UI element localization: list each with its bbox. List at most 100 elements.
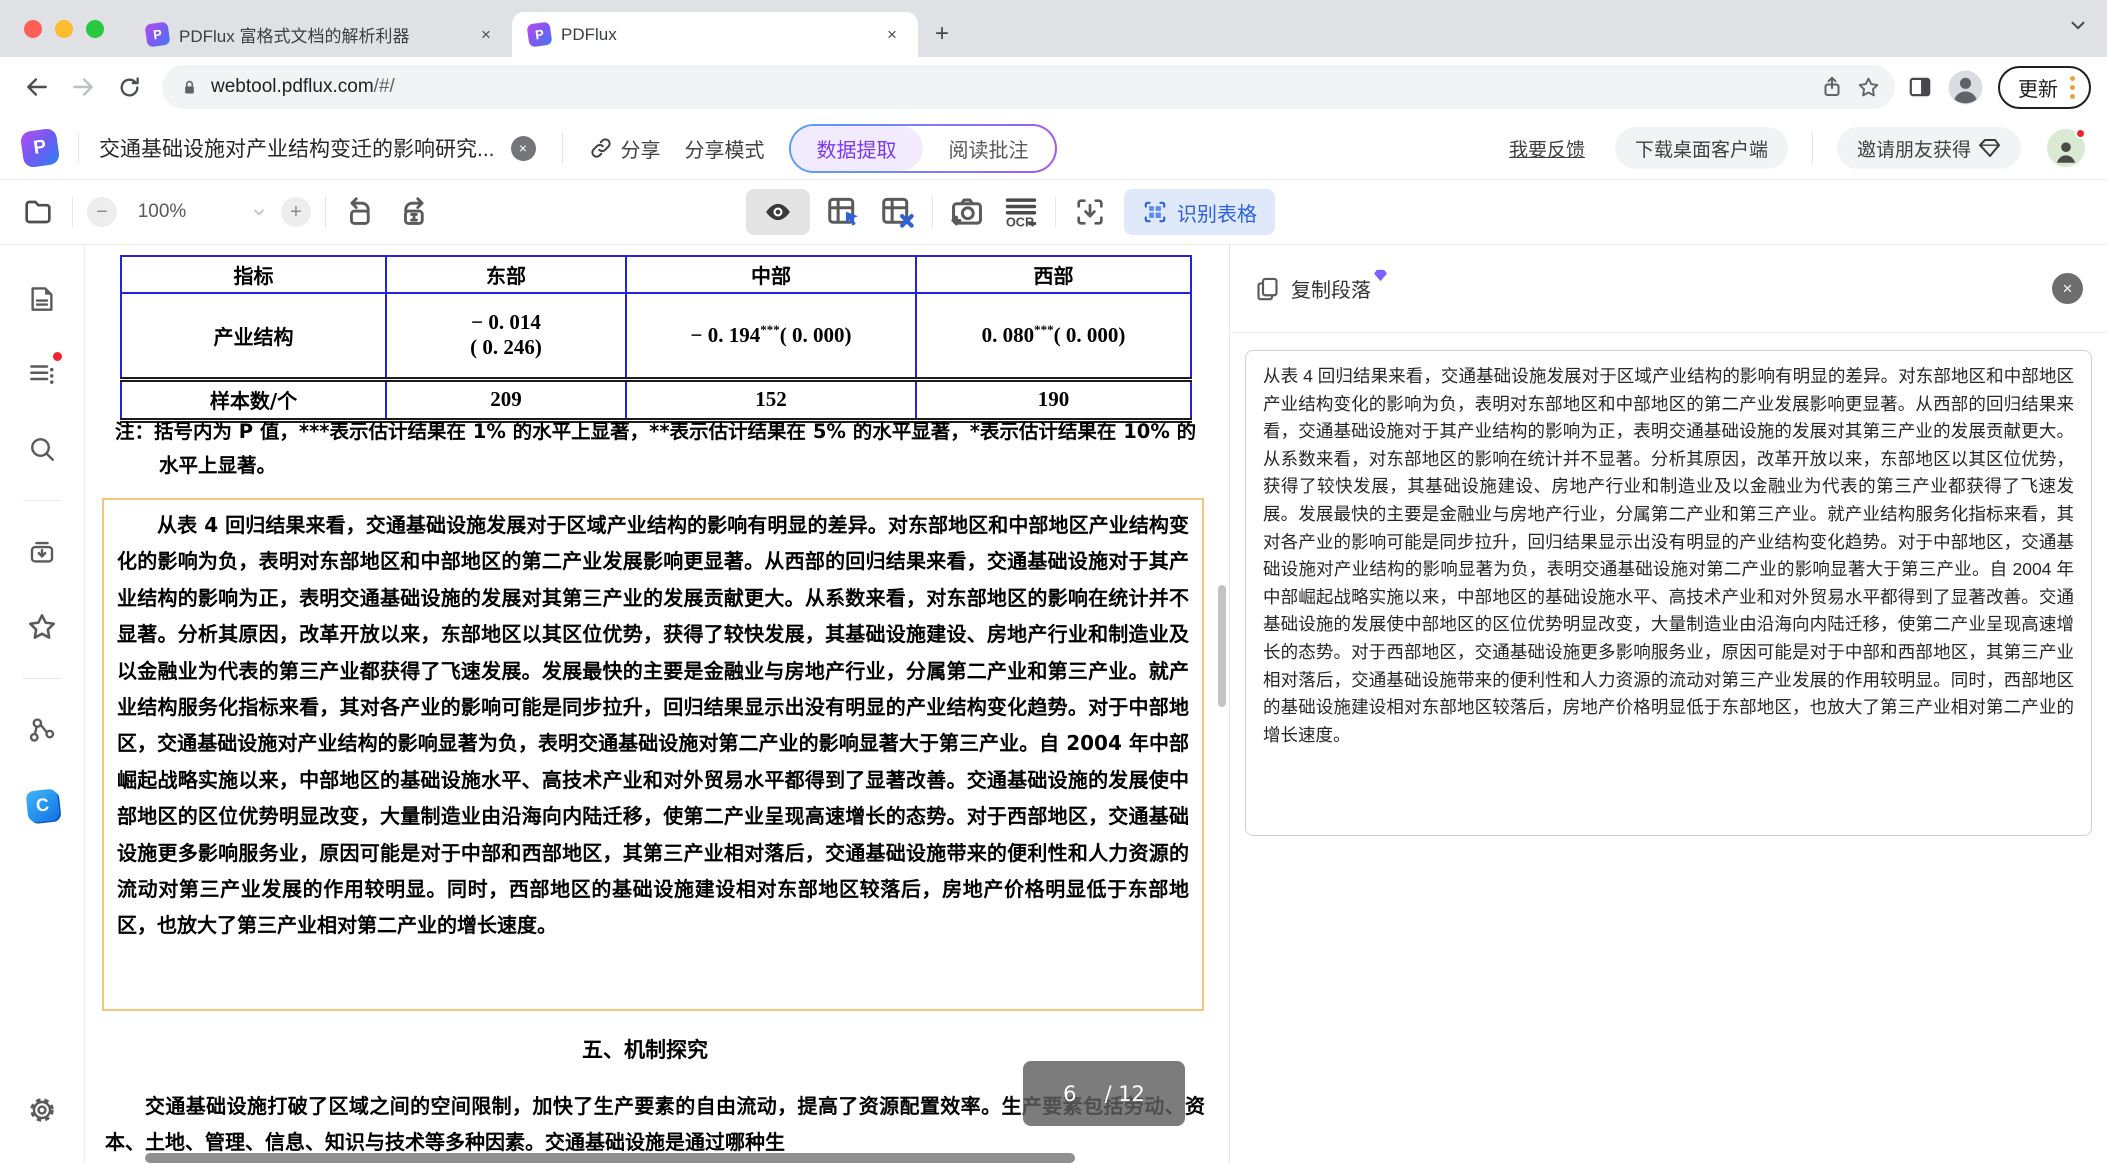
browser-profile-avatar[interactable]	[1947, 69, 1984, 106]
window-zoom-button[interactable]	[86, 20, 104, 38]
sidebar-search-icon[interactable]	[14, 421, 70, 477]
side-panel-icon[interactable]	[1907, 74, 1933, 100]
table-header-cell: 中部	[626, 256, 916, 293]
left-sidebar: C	[0, 245, 85, 1164]
window-controls	[0, 20, 130, 38]
open-file-folder-icon[interactable]	[18, 192, 58, 232]
close-document-icon[interactable]: ×	[511, 136, 536, 161]
table-header-cell: 东部	[386, 256, 626, 293]
update-label: 更新	[2018, 73, 2058, 102]
pdflux-app-header: P 交通基础设施对产业结构变迁的影响研究... × 分享 分享模式 数据提取 阅…	[0, 117, 2107, 180]
page-indicator[interactable]: 6 / 12	[1023, 1061, 1185, 1126]
lock-icon	[180, 78, 199, 97]
copy-paragraph-panel: 复制段落 × 从表 4 回归结果来看，交通基础设施发展对于区域产业结构的影响有明…	[1229, 245, 2107, 1164]
delete-table-icon[interactable]	[878, 192, 918, 232]
rotate-text-icon[interactable]	[394, 192, 434, 232]
download-client-button[interactable]: 下载桌面客户端	[1615, 127, 1788, 169]
c-logo-letter: C	[34, 794, 49, 816]
invite-friends-label: 邀请朋友获得	[1857, 135, 1971, 162]
panel-header: 复制段落 ×	[1230, 245, 2107, 333]
table-note: 注：括号内为 P 值，***表示估计结果在 1% 的水平上显著，**表示估计结果…	[115, 415, 1201, 483]
vertical-scrollbar[interactable]	[1218, 585, 1226, 707]
select-table-icon[interactable]	[824, 192, 864, 232]
recognize-table-button[interactable]: 识别表格	[1124, 189, 1275, 235]
share-page-icon[interactable]	[1820, 75, 1844, 99]
preview-eye-button[interactable]	[746, 189, 810, 235]
table-cell: 产业结构	[121, 293, 386, 379]
new-tab-button[interactable]: +	[926, 18, 958, 50]
pdflux-favicon: P	[145, 22, 171, 48]
rotate-page-icon[interactable]	[340, 192, 380, 232]
tab-pdflux-site[interactable]: P PDFlux 富格式文档的解析利器 ×	[130, 12, 512, 57]
tab-title: PDFlux	[561, 25, 870, 45]
forward-icon[interactable]	[62, 66, 104, 108]
pdflux-logo-letter: P	[32, 136, 48, 160]
browser-url-bar: webtool.pdflux.com/#/ 更新	[0, 57, 2107, 117]
tab-pdflux-app[interactable]: P PDFlux ×	[512, 12, 918, 57]
highlighted-paragraph-box[interactable]: 从表 4 回归结果来看，交通基础设施发展对于区域产业结构的影响有明显的差异。对东…	[102, 498, 1204, 1011]
pdflux-logo: P	[20, 128, 61, 169]
zoom-preset-chevron-icon[interactable]	[251, 204, 267, 220]
url-text: webtool.pdflux.com/#/	[211, 76, 395, 98]
snapshot-camera-icon[interactable]	[947, 192, 987, 232]
table-row: 产业结构 − 0. 014 ( 0. 246) − 0. 194***( 0. …	[121, 293, 1191, 379]
paragraph-text: 从表 4 回归结果来看，交通基础设施发展对于区域产业结构的影响有明显的差异。对东…	[117, 507, 1189, 944]
table-cell: 190	[916, 379, 1191, 420]
table-header-cell: 指标	[121, 256, 386, 293]
link-icon	[589, 136, 613, 160]
zoom-out-button[interactable]: −	[87, 197, 117, 227]
window-close-button[interactable]	[24, 20, 42, 38]
panel-title: 复制段落	[1291, 274, 1371, 303]
window-minimize-button[interactable]	[55, 20, 73, 38]
c-app-logo[interactable]: C	[14, 777, 70, 833]
document-title: 交通基础设施对产业结构变迁的影响研究...	[99, 133, 495, 163]
table-header-cell: 西部	[916, 256, 1191, 293]
share-label: 分享	[621, 134, 661, 163]
user-avatar[interactable]	[2047, 129, 2085, 167]
sidebar-favorites-icon[interactable]	[14, 599, 70, 655]
recognize-table-label: 识别表格	[1177, 198, 1257, 227]
feedback-link[interactable]: 我要反馈	[1509, 135, 1585, 162]
tab-close-icon[interactable]: ×	[880, 23, 904, 47]
panel-close-icon[interactable]: ×	[2052, 273, 2083, 304]
section-heading: 五、机制探究	[85, 1034, 1205, 1064]
zoom-in-button[interactable]: +	[281, 197, 311, 227]
reload-icon[interactable]	[108, 66, 150, 108]
share-link[interactable]: 分享	[589, 134, 661, 163]
copy-icon	[1254, 275, 1281, 302]
tab-read-annotate[interactable]: 阅读批注	[923, 126, 1055, 171]
copied-paragraph-box: 从表 4 回归结果来看，交通基础设施发展对于区域产业结构的影响有明显的差异。对东…	[1245, 350, 2092, 836]
browser-menu-icon[interactable]	[2070, 76, 2075, 99]
sidebar-pages-icon[interactable]	[14, 271, 70, 327]
invite-friends-button[interactable]: 邀请朋友获得	[1837, 127, 2021, 169]
share-mode-link[interactable]: 分享模式	[685, 134, 765, 163]
share-mode-label: 分享模式	[685, 134, 765, 163]
chrome-update-button[interactable]: 更新	[1998, 66, 2091, 109]
tab-data-extract[interactable]: 数据提取	[791, 126, 923, 171]
premium-gem-icon	[1373, 269, 1388, 282]
horizontal-scrollbar[interactable]	[145, 1153, 1075, 1163]
back-icon[interactable]	[16, 66, 58, 108]
zoom-level: 100%	[131, 201, 193, 223]
ocr-icon[interactable]: OCR	[1001, 192, 1041, 232]
gem-icon	[1979, 138, 2001, 158]
sidebar-outline-icon[interactable]	[14, 346, 70, 402]
settings-gear-icon[interactable]	[14, 1082, 70, 1138]
tab-close-icon[interactable]: ×	[474, 23, 498, 47]
tab-search-chevron-icon[interactable]	[2067, 14, 2089, 36]
notification-dot	[53, 352, 62, 361]
address-bar[interactable]: webtool.pdflux.com/#/	[162, 65, 1895, 109]
table-cell: 152	[626, 379, 916, 420]
page-total: / 12	[1104, 1082, 1144, 1106]
bookmark-star-icon[interactable]	[1856, 75, 1881, 100]
table-header-row: 指标 东部 中部 西部	[121, 256, 1191, 293]
page-current[interactable]: 6	[1063, 1082, 1076, 1106]
pdf-table: 指标 东部 中部 西部 产业结构 − 0. 014 ( 0. 246) − 0.…	[120, 255, 1192, 423]
extract-download-icon[interactable]	[1070, 192, 1110, 232]
table-cell: − 0. 014 ( 0. 246)	[386, 293, 626, 379]
sidebar-download-icon[interactable]	[14, 524, 70, 580]
notification-dot	[2075, 128, 2086, 139]
copied-paragraph-text: 从表 4 回归结果来看，交通基础设施发展对于区域产业结构的影响有明显的差异。对东…	[1263, 363, 2074, 749]
table-cell: − 0. 194***( 0. 000)	[626, 293, 916, 379]
sidebar-share-graph-icon[interactable]	[14, 702, 70, 758]
